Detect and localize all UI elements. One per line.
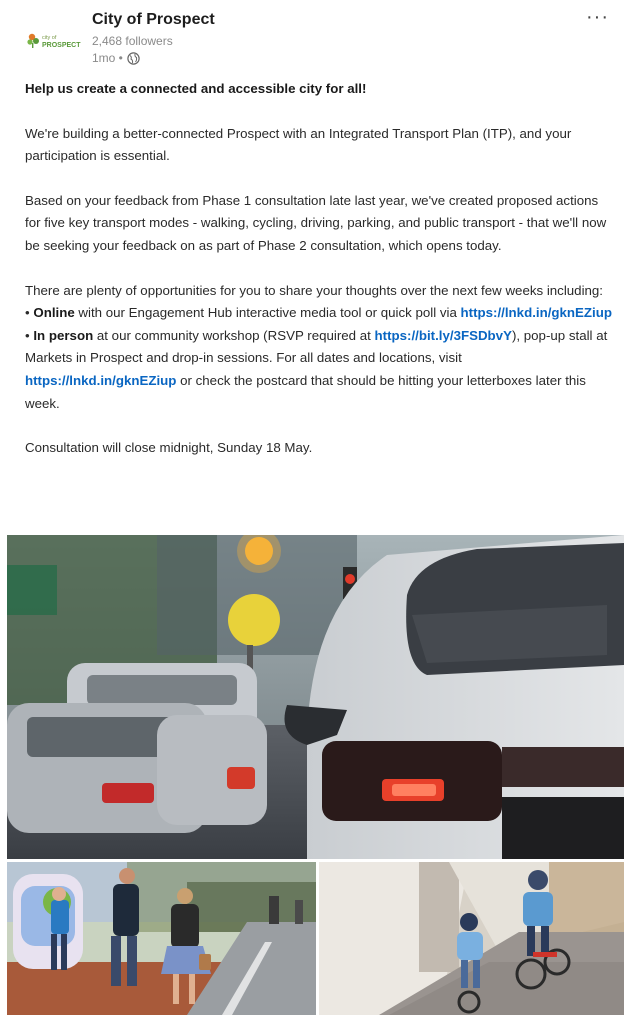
post-heading: Help us create a connected and accessibl…: [25, 81, 367, 96]
svg-text:city of: city of: [42, 35, 57, 41]
organization-name[interactable]: City of Prospect: [92, 11, 215, 29]
linkedin-post: city of PROSPECT City of Prospect 2,468 …: [0, 0, 625, 1015]
post-image-grid: [7, 535, 624, 1015]
follower-count: 2,468 followers: [92, 34, 173, 48]
photo-kids-cycling[interactable]: [319, 862, 624, 1015]
post-paragraph-2: Based on your feedback from Phase 1 cons…: [25, 192, 607, 253]
post-paragraph-3: There are plenty of opportunities for yo…: [25, 282, 604, 298]
engagement-hub-link[interactable]: https://lnkd.in/gknEZiup: [461, 305, 612, 320]
online-label: Online: [33, 305, 75, 321]
locations-link[interactable]: https://lnkd.in/gknEZiup: [25, 373, 176, 388]
inperson-label: In person: [33, 327, 94, 343]
photo-traffic-car[interactable]: [7, 535, 624, 859]
post-closing: Consultation will close midnight, Sunday…: [25, 440, 313, 456]
photo-street-walking[interactable]: [7, 862, 316, 1015]
rsvp-link[interactable]: https://bit.ly/3FSDbvY: [375, 328, 512, 343]
inperson-bullet: • In person at our community workshop (R…: [25, 325, 615, 415]
post-body: Help us create a connected and accessibl…: [25, 78, 615, 460]
inperson-text-1: at our community workshop (RSVP required…: [93, 327, 375, 343]
post-time: 1mo •: [92, 51, 123, 65]
logo-text: PROSPECT: [42, 42, 81, 49]
more-options-icon[interactable]: ···: [586, 6, 609, 29]
post-paragraph-1: We're building a better-connected Prospe…: [25, 125, 572, 164]
online-text: with our Engagement Hub interactive medi…: [74, 305, 461, 321]
globe-icon: [127, 51, 140, 65]
post-meta: 1mo •: [92, 51, 140, 65]
post-header: city of PROSPECT City of Prospect 2,468 …: [0, 0, 625, 72]
online-bullet: • Online with our Engagement Hub interac…: [25, 302, 615, 325]
organization-logo[interactable]: city of PROSPECT: [26, 30, 84, 50]
